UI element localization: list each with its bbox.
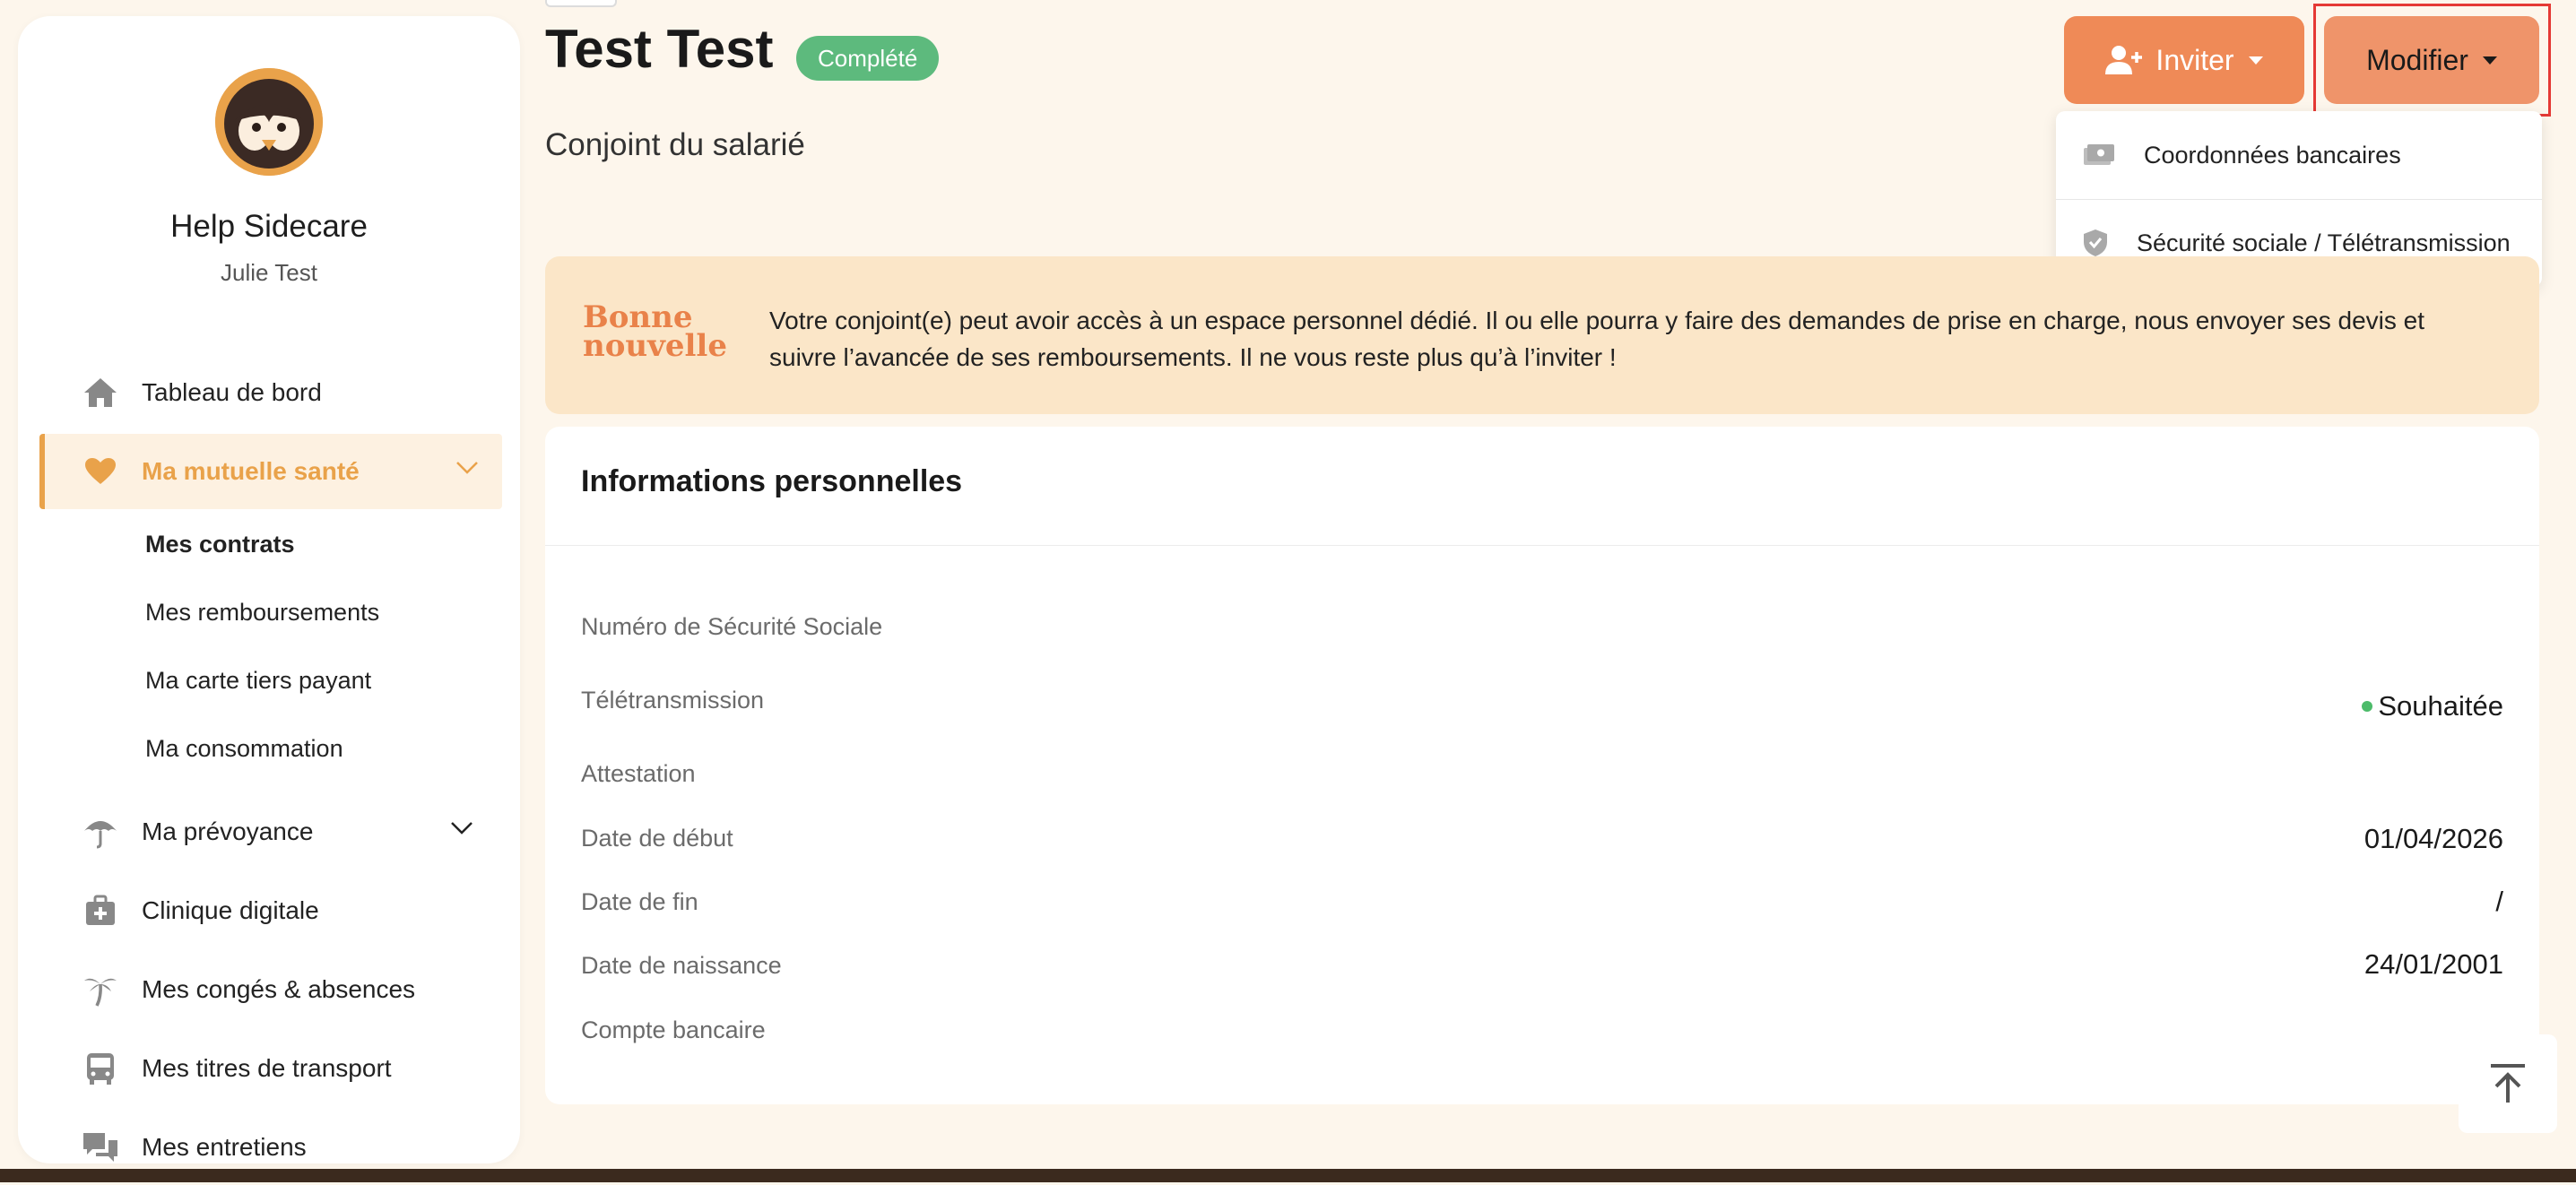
invite-label: Inviter	[2155, 43, 2234, 76]
subnav-tiers-payant-card[interactable]: Ma carte tiers payant	[145, 667, 371, 695]
banner-text: Votre conjoint(e) peut avoir accès à un …	[769, 307, 2425, 371]
start-date-label: Date de début	[581, 825, 733, 852]
subnav-contracts[interactable]: Mes contrats	[145, 531, 295, 558]
teletransmission-value: Souhaitée	[2378, 690, 2503, 722]
nav-provident-label: Ma prévoyance	[142, 817, 314, 845]
nav-transport[interactable]: Mes titres de transport	[39, 1031, 497, 1106]
card-divider	[545, 545, 2539, 546]
top-tab-stub	[545, 0, 617, 7]
banknote-icon	[2084, 144, 2114, 165]
bus-icon	[81, 1049, 120, 1088]
chevron-down-icon[interactable]	[450, 821, 473, 835]
menu-item-bank-label: Coordonnées bancaires	[2144, 141, 2401, 169]
nav-leave[interactable]: Mes congés & absences	[39, 952, 497, 1027]
umbrella-icon	[81, 812, 120, 852]
page-subtitle: Conjoint du salarié	[545, 127, 805, 162]
end-date-value: /	[2495, 886, 2503, 917]
banner-title-line2: nouvelle	[583, 328, 727, 364]
caret-down-icon	[2248, 56, 2263, 65]
attestation-label: Attestation	[581, 760, 696, 787]
nav-health-insurance[interactable]: Ma mutuelle santé	[39, 434, 502, 509]
nav-dashboard[interactable]: Tableau de bord	[39, 355, 497, 430]
nav-dashboard-label: Tableau de bord	[142, 378, 322, 406]
chat-bubbles-icon	[81, 1128, 120, 1167]
subnav-reimbursements[interactable]: Mes remboursements	[145, 599, 379, 627]
ssn-label: Numéro de Sécurité Sociale	[581, 613, 883, 640]
shield-check-icon	[2084, 229, 2107, 256]
user-name: Julie Test	[221, 259, 317, 286]
nav-clinic-label: Clinique digitale	[142, 896, 319, 924]
heart-icon	[81, 452, 120, 491]
nav-digital-clinic[interactable]: Clinique digitale	[39, 873, 497, 948]
end-date-label: Date de fin	[581, 888, 698, 915]
arrow-up-to-line-icon	[2491, 1064, 2525, 1103]
teletransmission-label: Télétransmission	[581, 687, 765, 714]
page-title: Test Test	[545, 19, 774, 79]
avatar	[215, 68, 323, 176]
modify-button[interactable]: Modifier	[2324, 16, 2539, 104]
home-icon	[81, 373, 120, 412]
nav-transport-label: Mes titres de transport	[142, 1054, 392, 1082]
personal-info-card	[545, 427, 2539, 1104]
birth-date-value: 24/01/2001	[2364, 948, 2503, 980]
menu-item-social-security-label: Sécurité sociale / Télétransmission	[2137, 229, 2511, 256]
banner-title: Bonne nouvelle	[583, 302, 744, 364]
nav-health-label: Ma mutuelle santé	[142, 457, 360, 485]
nav-interviews-label: Mes entretiens	[142, 1133, 307, 1161]
bottom-edge	[0, 1169, 2576, 1182]
bank-account-label: Compte bancaire	[581, 1016, 766, 1043]
nav-provident[interactable]: Ma prévoyance	[39, 794, 497, 869]
status-dot-icon	[2362, 701, 2372, 712]
chevron-down-icon[interactable]	[455, 461, 479, 475]
add-user-icon	[2105, 46, 2143, 74]
start-date-value: 01/04/2026	[2364, 823, 2503, 854]
modify-label: Modifier	[2366, 43, 2468, 76]
medical-kit-icon	[81, 891, 120, 930]
scroll-to-top-button[interactable]	[2459, 1034, 2557, 1133]
palm-tree-icon	[81, 970, 120, 1009]
birth-date-label: Date de naissance	[581, 952, 782, 979]
caret-down-icon	[2482, 56, 2497, 65]
penguin-avatar-icon	[215, 68, 323, 176]
nav-leave-label: Mes congés & absences	[142, 975, 416, 1003]
subnav-consumption[interactable]: Ma consommation	[145, 735, 343, 763]
invite-button[interactable]: Inviter	[2064, 16, 2304, 104]
org-name: Help Sidecare	[170, 209, 368, 244]
status-badge: Complété	[796, 36, 940, 81]
menu-item-bank-details[interactable]: Coordonnées bancaires	[2056, 111, 2542, 199]
card-title: Informations personnelles	[581, 464, 963, 498]
